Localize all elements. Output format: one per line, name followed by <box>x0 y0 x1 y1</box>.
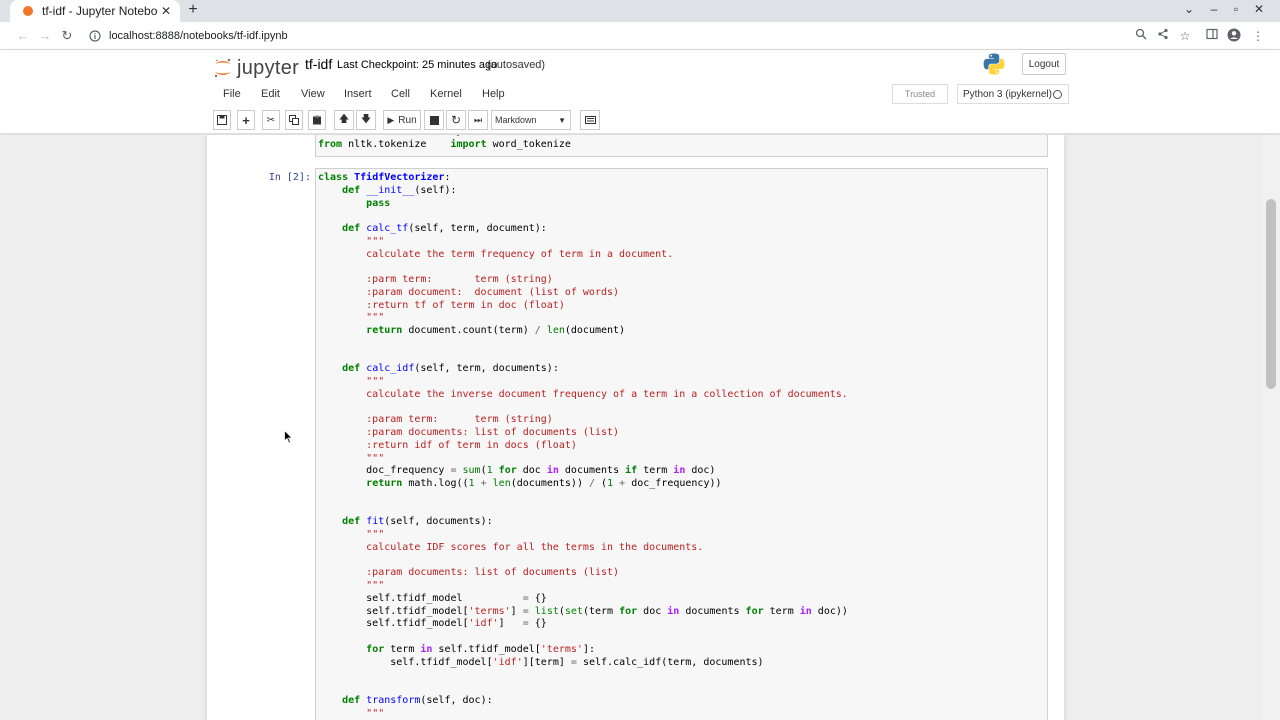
browser-tabstrip: tf-idf - Jupyter Notebook ✕ + ⌄ – ▫ ✕ <box>0 0 1280 22</box>
cell-type-value: Markdown <box>495 115 537 125</box>
tab-title: tf-idf - Jupyter Notebook <box>42 4 158 18</box>
add-cell-icon[interactable]: + <box>237 110 255 130</box>
profile-avatar-icon[interactable] <box>1226 28 1242 44</box>
menu-insert[interactable]: Insert <box>344 88 372 100</box>
notebook-container: from nltk.stem import PorterStemmer from… <box>207 135 1064 720</box>
logout-button[interactable]: Logout <box>1022 53 1066 75</box>
side-panel-icon[interactable] <box>1204 28 1220 44</box>
jupyter-header: jupyter tf-idf Last Checkpoint: 25 minut… <box>0 50 1280 134</box>
cell-prompt: In [2]: <box>268 172 311 183</box>
new-tab-icon[interactable]: + <box>184 1 202 19</box>
cell-type-select[interactable]: Markdown ▼ <box>491 110 571 130</box>
url-text: localhost:8888/notebooks/tf-idf.ipynb <box>109 30 288 42</box>
tab-close-icon[interactable]: ✕ <box>158 4 174 18</box>
copy-icon[interactable] <box>285 110 303 130</box>
jupyter-logo[interactable]: jupyter <box>213 54 299 82</box>
zoom-icon[interactable] <box>1133 28 1149 44</box>
code-cell[interactable]: class TfidfVectorizer: def __init__(self… <box>315 168 1048 720</box>
page-scrollbar[interactable] <box>1262 135 1280 720</box>
previous-cell-code[interactable]: from nltk.stem import PorterStemmer from… <box>318 135 571 152</box>
close-window-icon[interactable]: ✕ <box>1250 2 1268 16</box>
kernel-name: Python 3 (ipykernel) <box>963 88 1052 100</box>
run-button[interactable]: ▶ Run <box>383 110 421 130</box>
browser-address-bar: ← → ↻ localhost:8888/notebooks/tf-idf.ip… <box>0 22 1280 50</box>
previous-code-cell[interactable]: from nltk.stem import PorterStemmer from… <box>315 135 1048 157</box>
interrupt-icon[interactable] <box>424 110 444 130</box>
run-play-icon: ▶ <box>387 114 395 125</box>
cut-icon[interactable]: ✂ <box>262 110 280 130</box>
move-down-icon[interactable]: 🡇 <box>356 110 376 130</box>
menu-edit[interactable]: Edit <box>261 88 280 100</box>
browser-menu-icon[interactable]: ⋮ <box>1250 28 1266 44</box>
jupyter-logo-text: jupyter <box>237 56 300 79</box>
browser-tab[interactable]: tf-idf - Jupyter Notebook ✕ <box>10 0 180 22</box>
maximize-icon[interactable]: ▫ <box>1227 2 1245 16</box>
forward-icon[interactable]: → <box>36 27 54 45</box>
code-editor[interactable]: class TfidfVectorizer: def __init__(self… <box>318 172 848 720</box>
bookmark-star-icon[interactable]: ☆ <box>1177 28 1193 44</box>
back-icon[interactable]: ← <box>14 27 32 45</box>
reload-icon[interactable]: ↻ <box>58 27 76 45</box>
menu-cell[interactable]: Cell <box>391 88 410 100</box>
url-field[interactable]: localhost:8888/notebooks/tf-idf.ipynb <box>84 25 1194 47</box>
menu-kernel[interactable]: Kernel <box>430 88 462 100</box>
notebook-name[interactable]: tf-idf <box>305 56 332 72</box>
mouse-cursor-icon <box>284 430 293 444</box>
minimize-icon[interactable]: – <box>1205 2 1223 16</box>
checkpoint-status: Last Checkpoint: 25 minutes ago <box>337 59 498 71</box>
autosave-status: (autosaved) <box>487 59 546 71</box>
move-up-icon[interactable]: 🡅 <box>334 110 354 130</box>
kernel-indicator[interactable]: Python 3 (ipykernel) <box>957 84 1069 104</box>
command-palette-icon[interactable] <box>580 110 600 130</box>
menu-view[interactable]: View <box>301 88 325 100</box>
notebook-toolbar: + ✂ 🡅 🡇 ▶ Run ↻ ⏭ Markdown ▼ <box>213 110 1067 130</box>
menu-file[interactable]: File <box>223 88 241 100</box>
trusted-indicator[interactable]: Trusted <box>892 84 948 104</box>
tab-search-chevron-icon[interactable]: ⌄ <box>1180 2 1198 16</box>
scrollbar-thumb[interactable] <box>1266 199 1276 389</box>
notebook-area: from nltk.stem import PorterStemmer from… <box>0 135 1280 720</box>
kernel-idle-icon <box>1053 90 1062 99</box>
jupyter-logo-icon <box>214 58 231 78</box>
restart-run-all-icon[interactable]: ⏭ <box>468 110 488 130</box>
chevron-down-icon: ▼ <box>558 116 566 125</box>
menu-help[interactable]: Help <box>482 88 505 100</box>
restart-icon[interactable]: ↻ <box>446 110 466 130</box>
paste-icon[interactable] <box>308 110 326 130</box>
run-label: Run <box>398 114 417 126</box>
save-icon[interactable] <box>213 110 231 130</box>
python-logo-icon <box>983 53 1005 75</box>
site-info-icon[interactable] <box>88 29 102 43</box>
jupyter-favicon-icon <box>23 6 33 16</box>
share-icon[interactable] <box>1155 28 1171 44</box>
menubar: File Edit View Insert Cell Kernel Help T… <box>213 84 1069 104</box>
